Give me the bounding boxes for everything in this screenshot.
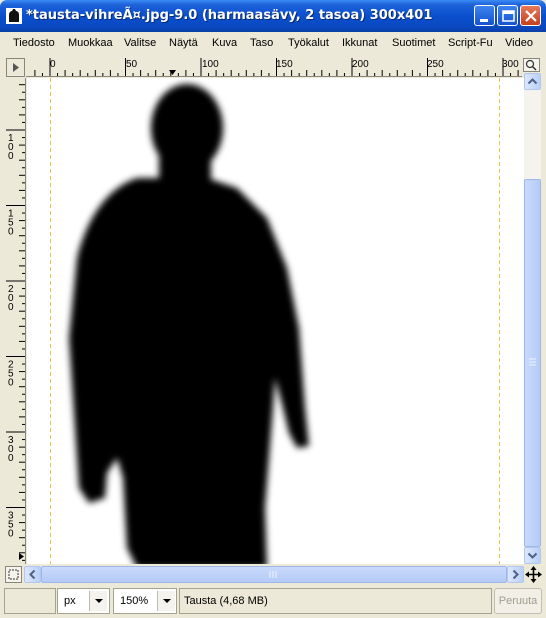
vertical-ruler-ticks: 1 0 0 1 5 0 2 0 0 2 5 0 3 0 0 3 5 0 bbox=[6, 84, 25, 561]
unit-value: px bbox=[64, 595, 76, 607]
vertical-ruler-label: 100 bbox=[8, 133, 14, 162]
ruler-label-0: 0 bbox=[50, 59, 56, 70]
silhouette-image bbox=[50, 78, 500, 564]
menu-tiedosto[interactable]: Tiedosto bbox=[13, 37, 55, 49]
cancel-button[interactable]: Peruuta bbox=[494, 588, 542, 614]
zoom-select[interactable]: 150% bbox=[113, 588, 177, 614]
menu-script-fu[interactable]: Script-Fu bbox=[448, 37, 493, 49]
menu-muokkaa[interactable]: Muokkaa bbox=[68, 37, 113, 49]
unit-select[interactable]: px bbox=[57, 588, 110, 614]
chevron-down-icon bbox=[163, 599, 171, 603]
layer-info-text: Tausta (4,68 MB) bbox=[184, 595, 268, 607]
vertical-scroll-thumb[interactable] bbox=[524, 179, 541, 547]
menu-tyokalut[interactable]: Työkalut bbox=[288, 37, 329, 49]
vertical-ruler[interactable]: 100 150 200 250 300 350 bbox=[6, 78, 26, 564]
vertical-ruler-label: 200 bbox=[8, 284, 14, 313]
horizontal-scrollbar[interactable] bbox=[24, 566, 524, 583]
vertical-ruler-label: 150 bbox=[8, 209, 14, 238]
title-bar: *tausta-vihreÃ¤.jpg-9.0 (harmaasävy, 2 t… bbox=[0, 0, 546, 32]
maximize-icon bbox=[502, 10, 515, 22]
ruler-label-300: 300 bbox=[502, 59, 519, 70]
scroll-down-button[interactable] bbox=[524, 547, 541, 564]
layer-info-field: Tausta (4,68 MB) bbox=[179, 588, 492, 614]
zoom-to-fit-button[interactable] bbox=[5, 566, 22, 583]
ruler-label-150: 150 bbox=[276, 59, 293, 70]
navigate-move-button[interactable] bbox=[525, 566, 542, 583]
grip-icon bbox=[269, 571, 277, 578]
minimize-icon bbox=[480, 19, 488, 22]
pointer-coordinates bbox=[4, 588, 56, 614]
gimp-app-icon[interactable] bbox=[6, 8, 22, 24]
menu-video[interactable]: Video bbox=[505, 37, 533, 49]
ruler-label-100: 100 bbox=[202, 59, 219, 70]
scroll-right-button[interactable] bbox=[507, 566, 524, 583]
image-canvas[interactable] bbox=[27, 78, 524, 564]
unit-dropdown-button[interactable] bbox=[89, 591, 107, 611]
chevron-up-icon bbox=[527, 78, 538, 85]
menu-bar: Tiedosto Muokkaa Valitse Näytä Kuva Taso… bbox=[0, 32, 546, 54]
zoom-dropdown-button[interactable] bbox=[157, 591, 175, 611]
horizontal-ruler[interactable]: 0 50 100 150 200 250 300 bbox=[26, 58, 522, 77]
ruler-label-200: 200 bbox=[352, 59, 369, 70]
ruler-label-250: 250 bbox=[427, 59, 444, 70]
zoom-fit-icon bbox=[8, 569, 19, 580]
menu-arrow-icon bbox=[13, 63, 19, 72]
vertical-ruler-label: 300 bbox=[8, 435, 14, 464]
chevron-left-icon bbox=[29, 569, 36, 580]
chevron-down-icon bbox=[527, 552, 538, 559]
minimize-button[interactable] bbox=[474, 5, 495, 26]
grip-icon bbox=[529, 358, 536, 366]
close-icon bbox=[525, 10, 537, 22]
horizontal-ruler-ticks bbox=[34, 58, 519, 76]
move-arrows-icon bbox=[525, 566, 542, 583]
horizontal-scroll-thumb[interactable] bbox=[41, 566, 507, 583]
navigate-button[interactable] bbox=[523, 58, 540, 72]
image-menu-button[interactable] bbox=[6, 58, 25, 77]
scroll-left-button[interactable] bbox=[24, 566, 41, 583]
menu-kuva[interactable]: Kuva bbox=[212, 37, 237, 49]
close-button[interactable] bbox=[520, 5, 541, 26]
menu-taso[interactable]: Taso bbox=[250, 37, 273, 49]
menu-nayta[interactable]: Näytä bbox=[169, 37, 198, 49]
vertical-ruler-label: 350 bbox=[8, 511, 14, 540]
zoom-value: 150% bbox=[120, 595, 149, 607]
vertical-scrollbar[interactable] bbox=[524, 73, 541, 564]
vertical-ruler-label: 250 bbox=[8, 360, 14, 389]
status-bar: px 150% Tausta (4,68 MB) Peruuta bbox=[0, 585, 546, 618]
chevron-down-icon bbox=[95, 599, 103, 603]
chevron-right-icon bbox=[512, 569, 519, 580]
menu-ikkunat[interactable]: Ikkunat bbox=[342, 37, 377, 49]
scroll-up-button[interactable] bbox=[524, 73, 541, 90]
navigate-icon bbox=[525, 59, 537, 71]
menu-suotimet[interactable]: Suotimet bbox=[392, 37, 435, 49]
maximize-button[interactable] bbox=[497, 5, 518, 26]
menu-valitse[interactable]: Valitse bbox=[124, 37, 156, 49]
ruler-label-50: 50 bbox=[126, 59, 138, 70]
window-title: *tausta-vihreÃ¤.jpg-9.0 (harmaasävy, 2 t… bbox=[26, 8, 433, 23]
